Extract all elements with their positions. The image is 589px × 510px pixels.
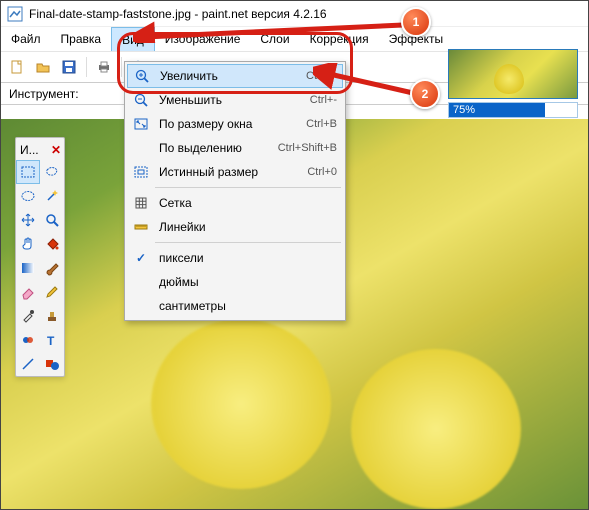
toolbar-separator bbox=[86, 57, 87, 77]
menu-rulers[interactable]: Линейки bbox=[127, 215, 343, 239]
annotation-badge-1: 1 bbox=[401, 7, 431, 37]
tool-recolor[interactable] bbox=[16, 328, 40, 352]
fit-window-icon bbox=[131, 116, 151, 132]
tool-pencil[interactable] bbox=[40, 280, 64, 304]
check-icon: ✓ bbox=[131, 251, 151, 265]
tool-gradient[interactable] bbox=[16, 256, 40, 280]
new-file-button[interactable] bbox=[5, 55, 29, 79]
tool-rect-select[interactable] bbox=[16, 160, 40, 184]
toolbar-separator bbox=[121, 57, 122, 77]
open-file-button[interactable] bbox=[31, 55, 55, 79]
menu-image[interactable]: Изображение bbox=[155, 27, 251, 51]
actual-size-icon bbox=[131, 164, 151, 180]
zoom-out-icon bbox=[131, 92, 151, 108]
view-menu-dropdown: Увеличить Ctrl++ Уменьшить Ctrl+- По раз… bbox=[124, 61, 346, 321]
tool-color-picker[interactable] bbox=[16, 304, 40, 328]
tool-line[interactable] bbox=[16, 352, 40, 376]
annotation-badge-2: 2 bbox=[410, 79, 440, 109]
menu-adjust[interactable]: Коррекция bbox=[300, 27, 379, 51]
menu-units-cm[interactable]: сантиметры bbox=[127, 294, 343, 318]
window-titlebar: Final-date-stamp-faststone.jpg - paint.n… bbox=[1, 1, 588, 27]
menu-layers[interactable]: Слои bbox=[250, 27, 299, 51]
menu-units-pixels[interactable]: ✓ пиксели bbox=[127, 246, 343, 270]
menu-zoom-in[interactable]: Увеличить Ctrl++ bbox=[127, 64, 343, 88]
tool-eraser[interactable] bbox=[16, 280, 40, 304]
grid-icon bbox=[131, 195, 151, 211]
document-thumbnail[interactable] bbox=[448, 49, 578, 99]
menu-file[interactable]: Файл bbox=[1, 27, 51, 51]
tool-clone[interactable] bbox=[40, 304, 64, 328]
thumbnail-panel: 75% bbox=[448, 49, 578, 118]
ruler-icon bbox=[131, 219, 151, 235]
menu-separator bbox=[155, 242, 341, 243]
tool-zoom[interactable] bbox=[40, 208, 64, 232]
tool-magic-wand[interactable] bbox=[40, 184, 64, 208]
app-icon bbox=[7, 6, 23, 22]
menu-grid[interactable]: Сетка bbox=[127, 191, 343, 215]
tool-move[interactable] bbox=[16, 208, 40, 232]
menu-separator bbox=[155, 187, 341, 188]
menu-fit-selection[interactable]: По выделению Ctrl+Shift+B bbox=[127, 136, 343, 160]
progress-label: 75% bbox=[453, 103, 475, 117]
tool-lasso-select[interactable] bbox=[40, 160, 64, 184]
tool-bucket[interactable] bbox=[40, 232, 64, 256]
tool-pan[interactable] bbox=[16, 232, 40, 256]
menu-edit[interactable]: Правка bbox=[51, 27, 112, 51]
menu-view[interactable]: Вид bbox=[111, 27, 155, 51]
close-icon[interactable]: ✕ bbox=[51, 143, 61, 157]
tools-palette-title: И... bbox=[20, 143, 39, 157]
print-button[interactable] bbox=[92, 55, 116, 79]
menu-actual-size[interactable]: Истинный размер Ctrl+0 bbox=[127, 160, 343, 184]
tools-palette: И... ✕ T bbox=[15, 137, 65, 377]
progress-bar: 75% bbox=[448, 102, 578, 118]
menu-units-inches[interactable]: дюймы bbox=[127, 270, 343, 294]
tool-shapes[interactable] bbox=[40, 352, 64, 376]
instrument-label: Инструмент: bbox=[9, 87, 79, 101]
zoom-in-icon bbox=[132, 68, 152, 84]
menu-zoom-out[interactable]: Уменьшить Ctrl+- bbox=[127, 88, 343, 112]
tool-brush[interactable] bbox=[40, 256, 64, 280]
save-button[interactable] bbox=[57, 55, 81, 79]
tool-ellipse-select[interactable] bbox=[16, 184, 40, 208]
menu-bar: Файл Правка Вид Изображение Слои Коррекц… bbox=[1, 27, 588, 51]
window-title: Final-date-stamp-faststone.jpg - paint.n… bbox=[29, 7, 327, 21]
tool-text[interactable]: T bbox=[40, 328, 64, 352]
svg-text:T: T bbox=[47, 334, 55, 348]
menu-fit-window[interactable]: По размеру окна Ctrl+B bbox=[127, 112, 343, 136]
